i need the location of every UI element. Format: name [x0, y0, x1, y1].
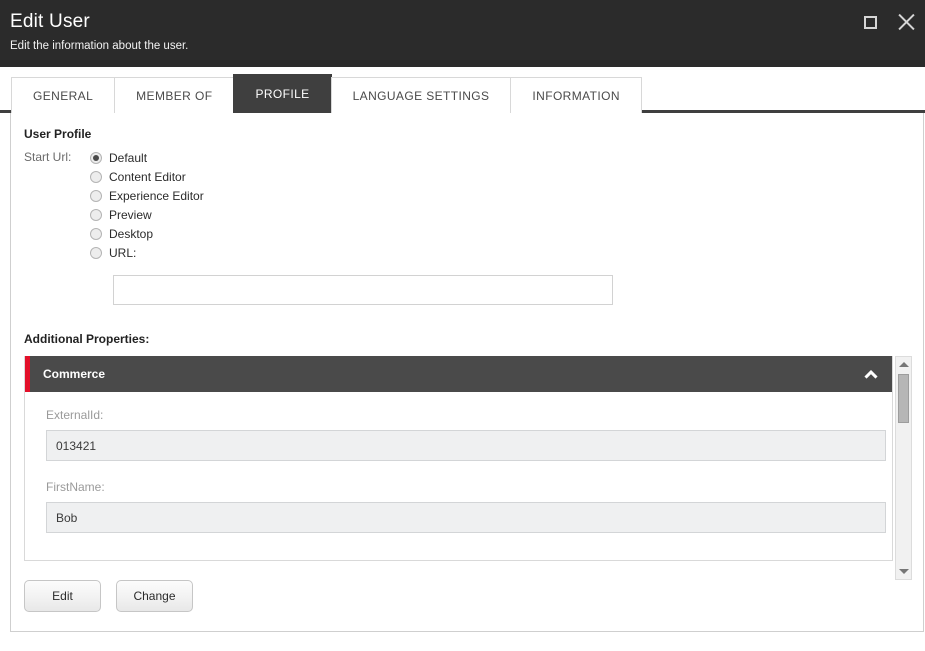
change-button[interactable]: Change: [116, 580, 193, 612]
tab-member-of[interactable]: MEMBER OF: [114, 77, 234, 113]
field-firstname: FirstName:: [46, 480, 874, 533]
page-title: Edit User: [10, 11, 925, 33]
tab-information[interactable]: INFORMATION: [510, 77, 642, 113]
additional-properties-area: Commerce ExternalId: FirstName:: [24, 356, 912, 561]
radio-default[interactable]: Default: [90, 148, 204, 167]
radio-label: Desktop: [109, 227, 153, 241]
radio-label: Content Editor: [109, 170, 186, 184]
radio-dot-icon: [90, 228, 102, 240]
radio-label: Experience Editor: [109, 189, 204, 203]
scroll-up-button[interactable]: [896, 357, 911, 372]
maximize-button[interactable]: [859, 11, 881, 33]
radio-desktop[interactable]: Desktop: [90, 224, 204, 243]
page-subtitle: Edit the information about the user.: [10, 39, 925, 53]
commerce-accordion: Commerce ExternalId: FirstName:: [24, 356, 893, 561]
close-icon: [897, 13, 915, 31]
scroll-down-button[interactable]: [896, 564, 911, 579]
radio-url[interactable]: URL:: [90, 243, 204, 262]
triangle-up-icon: [899, 362, 909, 367]
radio-label: Preview: [109, 208, 152, 222]
field-label: ExternalId:: [46, 408, 874, 422]
radio-content-editor[interactable]: Content Editor: [90, 167, 204, 186]
radio-label: Default: [109, 151, 147, 165]
edit-button[interactable]: Edit: [24, 580, 101, 612]
externalid-input[interactable]: [46, 430, 886, 461]
window-titlebar: Edit User Edit the information about the…: [0, 0, 925, 67]
scrollbar-thumb[interactable]: [898, 374, 909, 423]
start-url-group: Start Url: Default Content Editor Experi…: [24, 148, 923, 262]
radio-dot-icon: [90, 190, 102, 202]
field-label: FirstName:: [46, 480, 874, 494]
commerce-accordion-header[interactable]: Commerce: [25, 356, 892, 392]
tab-language-settings[interactable]: LANGUAGE SETTINGS: [331, 77, 512, 113]
radio-experience-editor[interactable]: Experience Editor: [90, 186, 204, 205]
commerce-accordion-title: Commerce: [43, 367, 105, 381]
radio-dot-icon: [90, 152, 102, 164]
start-url-input[interactable]: [113, 275, 613, 305]
start-url-label: Start Url:: [24, 148, 90, 167]
radio-dot-icon: [90, 209, 102, 221]
window-controls: [859, 11, 917, 33]
action-buttons: Edit Change: [24, 580, 923, 612]
commerce-accordion-body: ExternalId: FirstName:: [25, 392, 892, 560]
additional-properties-scrollbar[interactable]: [895, 356, 912, 580]
additional-properties-label: Additional Properties:: [24, 332, 923, 346]
radio-label: URL:: [109, 246, 136, 260]
profile-panel: User Profile Start Url: Default Content …: [10, 113, 924, 632]
tab-profile[interactable]: PROFILE: [233, 74, 331, 113]
start-url-radio-list: Default Content Editor Experience Editor…: [90, 148, 204, 262]
close-button[interactable]: [895, 11, 917, 33]
maximize-icon: [864, 16, 877, 29]
radio-dot-icon: [90, 247, 102, 259]
firstname-input[interactable]: [46, 502, 886, 533]
radio-preview[interactable]: Preview: [90, 205, 204, 224]
radio-dot-icon: [90, 171, 102, 183]
triangle-down-icon: [899, 569, 909, 574]
user-profile-heading: User Profile: [24, 127, 923, 141]
chevron-up-icon[interactable]: [865, 370, 877, 378]
tab-bar: GENERAL MEMBER OF PROFILE LANGUAGE SETTI…: [0, 67, 925, 113]
field-externalid: ExternalId:: [46, 408, 874, 461]
tab-general[interactable]: GENERAL: [11, 77, 115, 113]
